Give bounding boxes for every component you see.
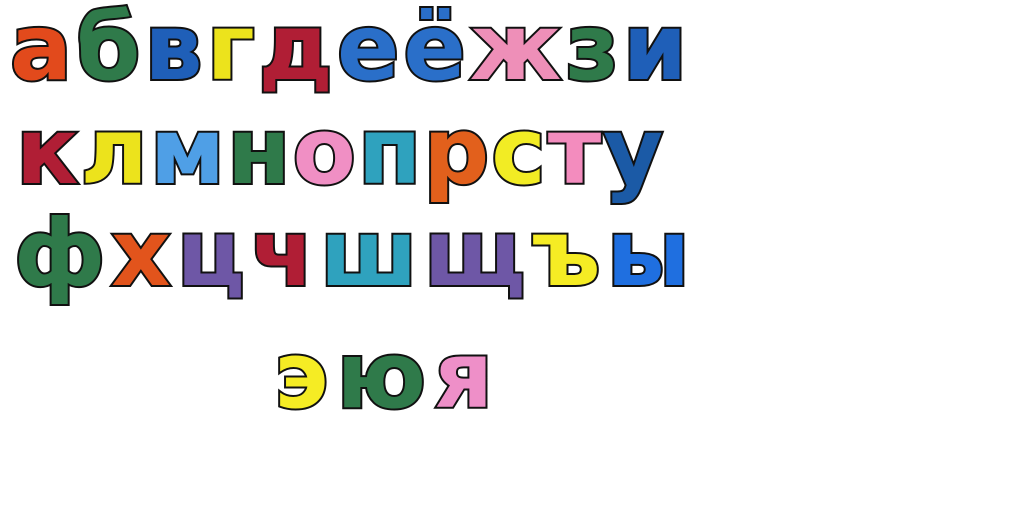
letter-з: з [563, 0, 621, 101]
letter-row-2: клмнопрсту [14, 98, 665, 205]
letter-row-1: абвгдеёжзи [8, 0, 689, 101]
letter-с: с [489, 98, 548, 205]
letter-д: д [257, 0, 335, 101]
letter-ш: ш [318, 200, 420, 307]
letter-х: х [109, 200, 172, 307]
letter-ф: ф [12, 200, 107, 307]
letter-row-3: фхцчшщъы [12, 200, 692, 307]
letter-ц: ц [175, 200, 247, 307]
letter-в: в [142, 0, 204, 101]
letter-р: р [421, 98, 491, 205]
letter-row-4: эюя [272, 322, 495, 429]
letter-б: б [74, 0, 142, 101]
letter-щ: щ [422, 200, 528, 307]
letter-м: м [148, 98, 227, 205]
letter-г: г [205, 0, 257, 101]
letter-ч: ч [249, 200, 316, 307]
letter-п: п [356, 98, 424, 205]
letter-л: л [78, 98, 149, 205]
letter-ъ: ъ [529, 200, 602, 307]
letter-а: а [8, 0, 74, 101]
letter-е: е [335, 0, 401, 101]
letter-ё: ё [401, 0, 467, 101]
letter-о: о [291, 98, 358, 205]
letter-н: н [225, 98, 293, 205]
letter-и: и [621, 0, 689, 101]
letter-э: э [272, 322, 331, 429]
letter-я: я [432, 322, 495, 429]
letter-к: к [14, 98, 80, 205]
letter-ы: ы [605, 200, 692, 307]
alphabet-canvas: абвгдеёжзи клмнопрсту фхцчшщъы эюя [0, 0, 1024, 507]
letter-ж: ж [468, 0, 564, 101]
letter-т: т [546, 98, 603, 205]
letter-у: у [601, 98, 665, 205]
letter-ю: ю [335, 322, 428, 429]
